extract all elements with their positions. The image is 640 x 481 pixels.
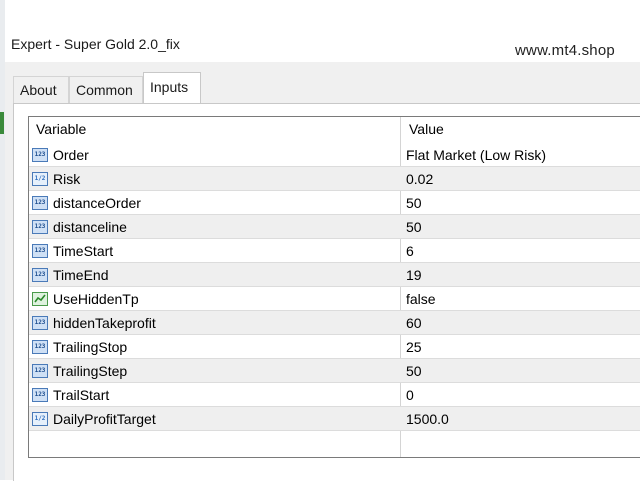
- table-row[interactable]: 123 TrailingStep 50: [29, 359, 640, 383]
- title-bar: Expert - Super Gold 2.0_fix www.mt4.shop: [5, 0, 640, 62]
- int-icon: 123: [32, 388, 48, 402]
- table-row[interactable]: 123 distanceline 50: [29, 215, 640, 239]
- expert-properties-dialog: Expert - Super Gold 2.0_fix www.mt4.shop…: [5, 0, 640, 481]
- variable-name: TimeEnd: [53, 267, 109, 283]
- table-row[interactable]: 1/2 Risk 0.02: [29, 167, 640, 191]
- variable-name: TimeStart: [53, 243, 114, 259]
- variable-value[interactable]: 50: [406, 359, 422, 383]
- bool-icon: [32, 292, 48, 306]
- table-row[interactable]: UseHiddenTp false: [29, 287, 640, 311]
- int-icon: 123: [32, 268, 48, 282]
- header-variable[interactable]: Variable: [36, 117, 86, 141]
- int-icon: 123: [32, 364, 48, 378]
- variable-value[interactable]: 25: [406, 335, 422, 359]
- table-row[interactable]: 123 Order Flat Market (Low Risk): [29, 143, 640, 167]
- variable-value[interactable]: 60: [406, 311, 422, 335]
- variable-name: Order: [53, 147, 89, 163]
- table-row[interactable]: 123 TimeEnd 19: [29, 263, 640, 287]
- double-icon: 1/2: [32, 172, 48, 186]
- variable-value[interactable]: 0.02: [406, 167, 433, 191]
- table-row[interactable]: 1/2 DailyProfitTarget 1500.0: [29, 407, 640, 431]
- tab-common[interactable]: Common: [69, 76, 143, 103]
- watermark-text: www.mt4.shop: [515, 42, 615, 59]
- variable-value[interactable]: 6: [406, 239, 414, 263]
- double-icon: 1/2: [32, 412, 48, 426]
- variable-name: Risk: [53, 171, 81, 187]
- variable-name: DailyProfitTarget: [53, 411, 156, 427]
- variable-value[interactable]: 0: [406, 383, 414, 407]
- variable-value[interactable]: 50: [406, 215, 422, 239]
- header-value[interactable]: Value: [409, 117, 444, 141]
- table-row[interactable]: 123 TimeStart 6: [29, 239, 640, 263]
- variable-name: distanceOrder: [53, 195, 141, 211]
- variable-name: UseHiddenTp: [53, 291, 139, 307]
- table-row[interactable]: 123 distanceOrder 50: [29, 191, 640, 215]
- int-icon: 123: [32, 244, 48, 258]
- int-icon: 123: [32, 148, 48, 162]
- window-title: Expert - Super Gold 2.0_fix: [11, 36, 180, 52]
- variable-value[interactable]: 1500.0: [406, 407, 449, 431]
- int-icon: 123: [32, 220, 48, 234]
- row-separator: [29, 430, 640, 431]
- table-row[interactable]: 123 TrailingStop 25: [29, 335, 640, 359]
- inputs-grid: Variable Value 123 Order Flat Market (Low …: [28, 116, 640, 458]
- variable-value[interactable]: false: [406, 287, 436, 311]
- table-row[interactable]: 123 TrailStart 0: [29, 383, 640, 407]
- int-icon: 123: [32, 196, 48, 210]
- variable-name: TrailStart: [53, 387, 110, 403]
- variable-name: hiddenTakeprofit: [53, 315, 156, 331]
- int-icon: 123: [32, 340, 48, 354]
- tab-about[interactable]: About: [13, 76, 69, 103]
- variable-name: distanceline: [53, 219, 127, 235]
- variable-name: TrailingStop: [53, 339, 128, 355]
- variable-name: TrailingStep: [53, 363, 128, 379]
- grid-header: Variable Value: [29, 117, 640, 141]
- variable-value[interactable]: Flat Market (Low Risk): [406, 143, 546, 167]
- variable-value[interactable]: 19: [406, 263, 422, 287]
- tab-inputs[interactable]: Inputs: [143, 72, 201, 103]
- left-edge-indicator: [0, 112, 4, 134]
- int-icon: 123: [32, 316, 48, 330]
- inputs-panel: Variable Value 123 Order Flat Market (Low …: [13, 103, 640, 481]
- variable-value[interactable]: 50: [406, 191, 422, 215]
- table-row[interactable]: 123 hiddenTakeprofit 60: [29, 311, 640, 335]
